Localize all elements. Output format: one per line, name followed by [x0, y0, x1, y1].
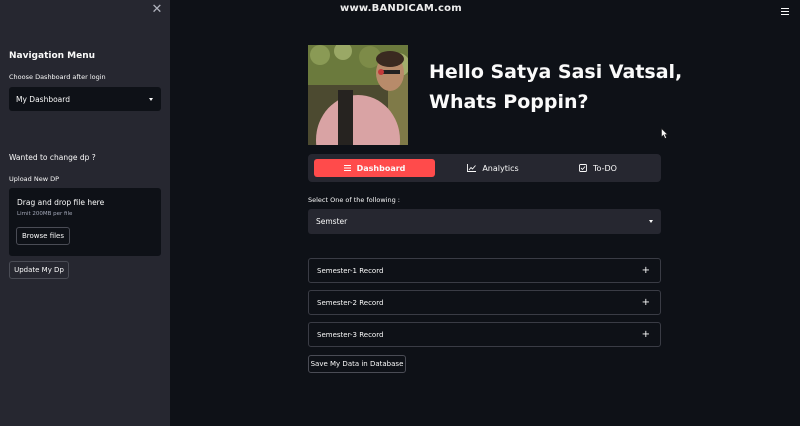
- chart-line-icon: [467, 164, 477, 172]
- save-data-button[interactable]: Save My Data in Database: [308, 355, 406, 373]
- file-dropzone[interactable]: Drag and drop file here Limit 200MB per …: [9, 188, 161, 256]
- tab-dashboard[interactable]: Dashboard: [314, 159, 435, 177]
- chevron-down-icon: [149, 97, 153, 101]
- sidebar-title: Navigation Menu: [9, 51, 96, 61]
- greeting-line1: Hello Satya Sasi Vatsal,: [429, 61, 683, 83]
- sidebar: ✕ Navigation Menu Choose Dashboard after…: [0, 0, 170, 426]
- semester-select[interactable]: Semster: [308, 209, 661, 234]
- upload-label: Upload New DP: [9, 175, 60, 183]
- tab-analytics[interactable]: Analytics: [438, 159, 548, 177]
- expander-label: Semester-1 Record: [317, 266, 384, 275]
- plus-icon: +: [641, 328, 650, 340]
- dashboard-select-label: Choose Dashboard after login: [9, 73, 106, 81]
- semester-select-value: Semster: [316, 217, 348, 226]
- expander-label: Semester-3 Record: [317, 330, 384, 339]
- profile-photo: [308, 45, 408, 145]
- expander-semester-1[interactable]: Semester-1 Record +: [308, 258, 661, 283]
- expander-semester-2[interactable]: Semester-2 Record +: [308, 290, 661, 315]
- tab-label: To-DO: [593, 163, 617, 173]
- checkbox-icon: [579, 164, 587, 172]
- mouse-cursor-icon: [661, 128, 668, 139]
- tab-todo[interactable]: To-DO: [548, 159, 648, 177]
- update-dp-button[interactable]: Update My Dp: [9, 261, 69, 279]
- greeting-heading: Hello Satya Sasi Vatsal, Whats Poppin?: [429, 57, 682, 117]
- bandicam-watermark: www.BANDICAM.com: [340, 3, 462, 14]
- plus-icon: +: [641, 296, 650, 308]
- dropzone-title: Drag and drop file here: [17, 198, 105, 207]
- close-icon[interactable]: ✕: [151, 3, 163, 16]
- dashboard-select-value: My Dashboard: [16, 94, 70, 104]
- hamburger-menu-icon[interactable]: [781, 8, 789, 15]
- expander-label: Semester-2 Record: [317, 298, 384, 307]
- tab-label: Analytics: [482, 163, 519, 173]
- tab-label: Dashboard: [356, 163, 406, 173]
- expander-semester-3[interactable]: Semester-3 Record +: [308, 322, 661, 347]
- dashboard-select[interactable]: My Dashboard: [9, 87, 161, 111]
- greeting-line2: Whats Poppin?: [429, 91, 589, 113]
- dropzone-limit: Limit 200MB per file: [17, 211, 73, 217]
- list-icon: [343, 165, 351, 171]
- change-dp-heading: Wanted to change dp ?: [9, 153, 96, 162]
- semester-select-label: Select One of the following :: [308, 196, 400, 204]
- tab-bar: Dashboard Analytics To-DO: [308, 154, 661, 182]
- browse-files-button[interactable]: Browse files: [16, 227, 70, 245]
- chevron-down-icon: [649, 220, 653, 223]
- plus-icon: +: [641, 264, 650, 276]
